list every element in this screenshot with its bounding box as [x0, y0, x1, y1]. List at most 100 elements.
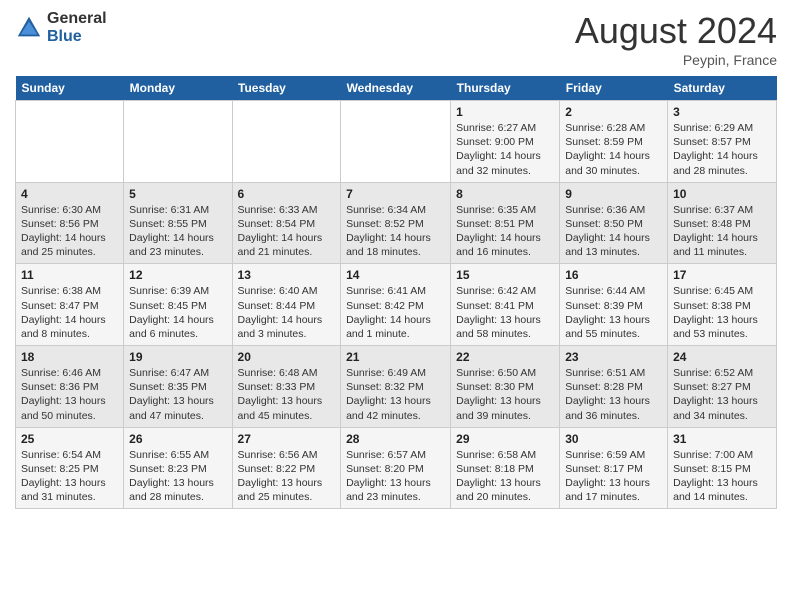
day-number: 31: [673, 432, 771, 446]
day-number: 3: [673, 105, 771, 119]
calendar-week-row: 11 Sunrise: 6:38 AM Sunset: 8:47 PM Dayli…: [16, 264, 777, 346]
weekday-header: Friday: [560, 76, 668, 101]
calendar-cell: 18 Sunrise: 6:46 AM Sunset: 8:36 PM Dayli…: [16, 346, 124, 428]
calendar-cell: 5 Sunrise: 6:31 AM Sunset: 8:55 PM Daylig…: [124, 182, 232, 264]
weekday-header: Sunday: [16, 76, 124, 101]
calendar-week-row: 18 Sunrise: 6:46 AM Sunset: 8:36 PM Dayli…: [16, 346, 777, 428]
weekday-header: Monday: [124, 76, 232, 101]
calendar-cell: 13Sunrise: 6:40 AM Sunset: 8:44 PM Dayli…: [232, 264, 341, 346]
calendar-cell: 19 Sunrise: 6:47 AM Sunset: 8:35 PM Dayli…: [124, 346, 232, 428]
day-detail: Sunrise: 6:49 AM Sunset: 8:32 PM Dayligh…: [346, 366, 445, 423]
calendar-cell: 6 Sunrise: 6:33 AM Sunset: 8:54 PM Daylig…: [232, 182, 341, 264]
calendar-cell: 8Sunrise: 6:35 AM Sunset: 8:51 PM Daylig…: [451, 182, 560, 264]
logo: General Blue: [15, 10, 107, 45]
weekday-header: Thursday: [451, 76, 560, 101]
day-number: 26: [129, 432, 226, 446]
calendar-cell: 26 Sunrise: 6:55 AM Sunset: 8:23 PM Dayli…: [124, 427, 232, 509]
day-detail: Sunrise: 6:56 AM Sunset: 8:22 PM Dayligh…: [238, 448, 336, 505]
day-number: 5: [129, 187, 226, 201]
day-detail: Sunrise: 6:28 AM Sunset: 8:59 PM Dayligh…: [565, 121, 662, 178]
day-number: 22: [456, 350, 554, 364]
logo-text: General Blue: [47, 10, 107, 45]
day-detail: Sunrise: 7:00 AM Sunset: 8:15 PM Dayligh…: [673, 448, 771, 505]
calendar-week-row: 1 Sunrise: 6:27 AM Sunset: 9:00 PM Daylig…: [16, 101, 777, 183]
day-detail: Sunrise: 6:48 AM Sunset: 8:33 PM Dayligh…: [238, 366, 336, 423]
calendar-cell: 30 Sunrise: 6:59 AM Sunset: 8:17 PM Dayli…: [560, 427, 668, 509]
day-detail: Sunrise: 6:58 AM Sunset: 8:18 PM Dayligh…: [456, 448, 554, 505]
calendar-cell: 3 Sunrise: 6:29 AM Sunset: 8:57 PM Daylig…: [668, 101, 777, 183]
weekday-header: Tuesday: [232, 76, 341, 101]
day-number: 7: [346, 187, 445, 201]
day-detail: Sunrise: 6:54 AM Sunset: 8:25 PM Dayligh…: [21, 448, 118, 505]
day-detail: Sunrise: 6:42 AM Sunset: 8:41 PM Dayligh…: [456, 284, 554, 341]
logo-blue: Blue: [47, 28, 107, 46]
day-number: 19: [129, 350, 226, 364]
calendar-cell: 14 Sunrise: 6:41 AM Sunset: 8:42 PM Dayli…: [341, 264, 451, 346]
calendar-table: SundayMondayTuesdayWednesdayThursdayFrid…: [15, 76, 777, 509]
day-number: 17: [673, 268, 771, 282]
day-number: 30: [565, 432, 662, 446]
day-number: 27: [238, 432, 336, 446]
calendar-cell: 1 Sunrise: 6:27 AM Sunset: 9:00 PM Daylig…: [451, 101, 560, 183]
day-number: 18: [21, 350, 118, 364]
logo-general: General: [47, 10, 107, 28]
day-detail: Sunrise: 6:36 AM Sunset: 8:50 PM Dayligh…: [565, 203, 662, 260]
day-number: 23: [565, 350, 662, 364]
calendar-cell: 17Sunrise: 6:45 AM Sunset: 8:38 PM Dayli…: [668, 264, 777, 346]
calendar-cell: 22Sunrise: 6:50 AM Sunset: 8:30 PM Dayli…: [451, 346, 560, 428]
calendar-cell: 11 Sunrise: 6:38 AM Sunset: 8:47 PM Dayli…: [16, 264, 124, 346]
day-detail: Sunrise: 6:27 AM Sunset: 9:00 PM Dayligh…: [456, 121, 554, 178]
day-detail: Sunrise: 6:39 AM Sunset: 8:45 PM Dayligh…: [129, 284, 226, 341]
calendar-cell: [341, 101, 451, 183]
day-detail: Sunrise: 6:57 AM Sunset: 8:20 PM Dayligh…: [346, 448, 445, 505]
day-number: 25: [21, 432, 118, 446]
calendar-cell: 31 Sunrise: 7:00 AM Sunset: 8:15 PM Dayli…: [668, 427, 777, 509]
day-number: 10: [673, 187, 771, 201]
calendar-cell: [232, 101, 341, 183]
day-detail: Sunrise: 6:38 AM Sunset: 8:47 PM Dayligh…: [21, 284, 118, 341]
day-detail: Sunrise: 6:55 AM Sunset: 8:23 PM Dayligh…: [129, 448, 226, 505]
day-detail: Sunrise: 6:52 AM Sunset: 8:27 PM Dayligh…: [673, 366, 771, 423]
calendar-cell: 28 Sunrise: 6:57 AM Sunset: 8:20 PM Dayli…: [341, 427, 451, 509]
day-number: 9: [565, 187, 662, 201]
calendar-cell: 25 Sunrise: 6:54 AM Sunset: 8:25 PM Dayli…: [16, 427, 124, 509]
day-number: 28: [346, 432, 445, 446]
day-detail: Sunrise: 6:40 AM Sunset: 8:44 PM Dayligh…: [238, 284, 336, 341]
logo-icon: [15, 14, 43, 42]
calendar-cell: 16Sunrise: 6:44 AM Sunset: 8:39 PM Dayli…: [560, 264, 668, 346]
day-detail: Sunrise: 6:47 AM Sunset: 8:35 PM Dayligh…: [129, 366, 226, 423]
weekday-header: Wednesday: [341, 76, 451, 101]
month-title: August 2024: [575, 10, 777, 52]
calendar-cell: 9 Sunrise: 6:36 AM Sunset: 8:50 PM Daylig…: [560, 182, 668, 264]
day-number: 2: [565, 105, 662, 119]
day-number: 15: [456, 268, 554, 282]
title-block: August 2024 Peypin, France: [575, 10, 777, 68]
weekday-header-row: SundayMondayTuesdayWednesdayThursdayFrid…: [16, 76, 777, 101]
calendar-cell: 2 Sunrise: 6:28 AM Sunset: 8:59 PM Daylig…: [560, 101, 668, 183]
day-detail: Sunrise: 6:59 AM Sunset: 8:17 PM Dayligh…: [565, 448, 662, 505]
day-number: 6: [238, 187, 336, 201]
day-number: 1: [456, 105, 554, 119]
day-detail: Sunrise: 6:33 AM Sunset: 8:54 PM Dayligh…: [238, 203, 336, 260]
calendar-cell: 24 Sunrise: 6:52 AM Sunset: 8:27 PM Dayli…: [668, 346, 777, 428]
day-number: 11: [21, 268, 118, 282]
day-detail: Sunrise: 6:46 AM Sunset: 8:36 PM Dayligh…: [21, 366, 118, 423]
day-detail: Sunrise: 6:29 AM Sunset: 8:57 PM Dayligh…: [673, 121, 771, 178]
calendar-cell: 7Sunrise: 6:34 AM Sunset: 8:52 PM Daylig…: [341, 182, 451, 264]
calendar-cell: 29 Sunrise: 6:58 AM Sunset: 8:18 PM Dayli…: [451, 427, 560, 509]
calendar-cell: 20Sunrise: 6:48 AM Sunset: 8:33 PM Dayli…: [232, 346, 341, 428]
day-detail: Sunrise: 6:37 AM Sunset: 8:48 PM Dayligh…: [673, 203, 771, 260]
calendar-cell: 27 Sunrise: 6:56 AM Sunset: 8:22 PM Dayli…: [232, 427, 341, 509]
weekday-header: Saturday: [668, 76, 777, 101]
day-number: 21: [346, 350, 445, 364]
day-detail: Sunrise: 6:44 AM Sunset: 8:39 PM Dayligh…: [565, 284, 662, 341]
calendar-cell: 15 Sunrise: 6:42 AM Sunset: 8:41 PM Dayli…: [451, 264, 560, 346]
day-number: 24: [673, 350, 771, 364]
day-number: 14: [346, 268, 445, 282]
calendar-cell: 12Sunrise: 6:39 AM Sunset: 8:45 PM Dayli…: [124, 264, 232, 346]
day-detail: Sunrise: 6:41 AM Sunset: 8:42 PM Dayligh…: [346, 284, 445, 341]
day-detail: Sunrise: 6:35 AM Sunset: 8:51 PM Dayligh…: [456, 203, 554, 260]
calendar-cell: [124, 101, 232, 183]
day-detail: Sunrise: 6:31 AM Sunset: 8:55 PM Dayligh…: [129, 203, 226, 260]
day-number: 29: [456, 432, 554, 446]
